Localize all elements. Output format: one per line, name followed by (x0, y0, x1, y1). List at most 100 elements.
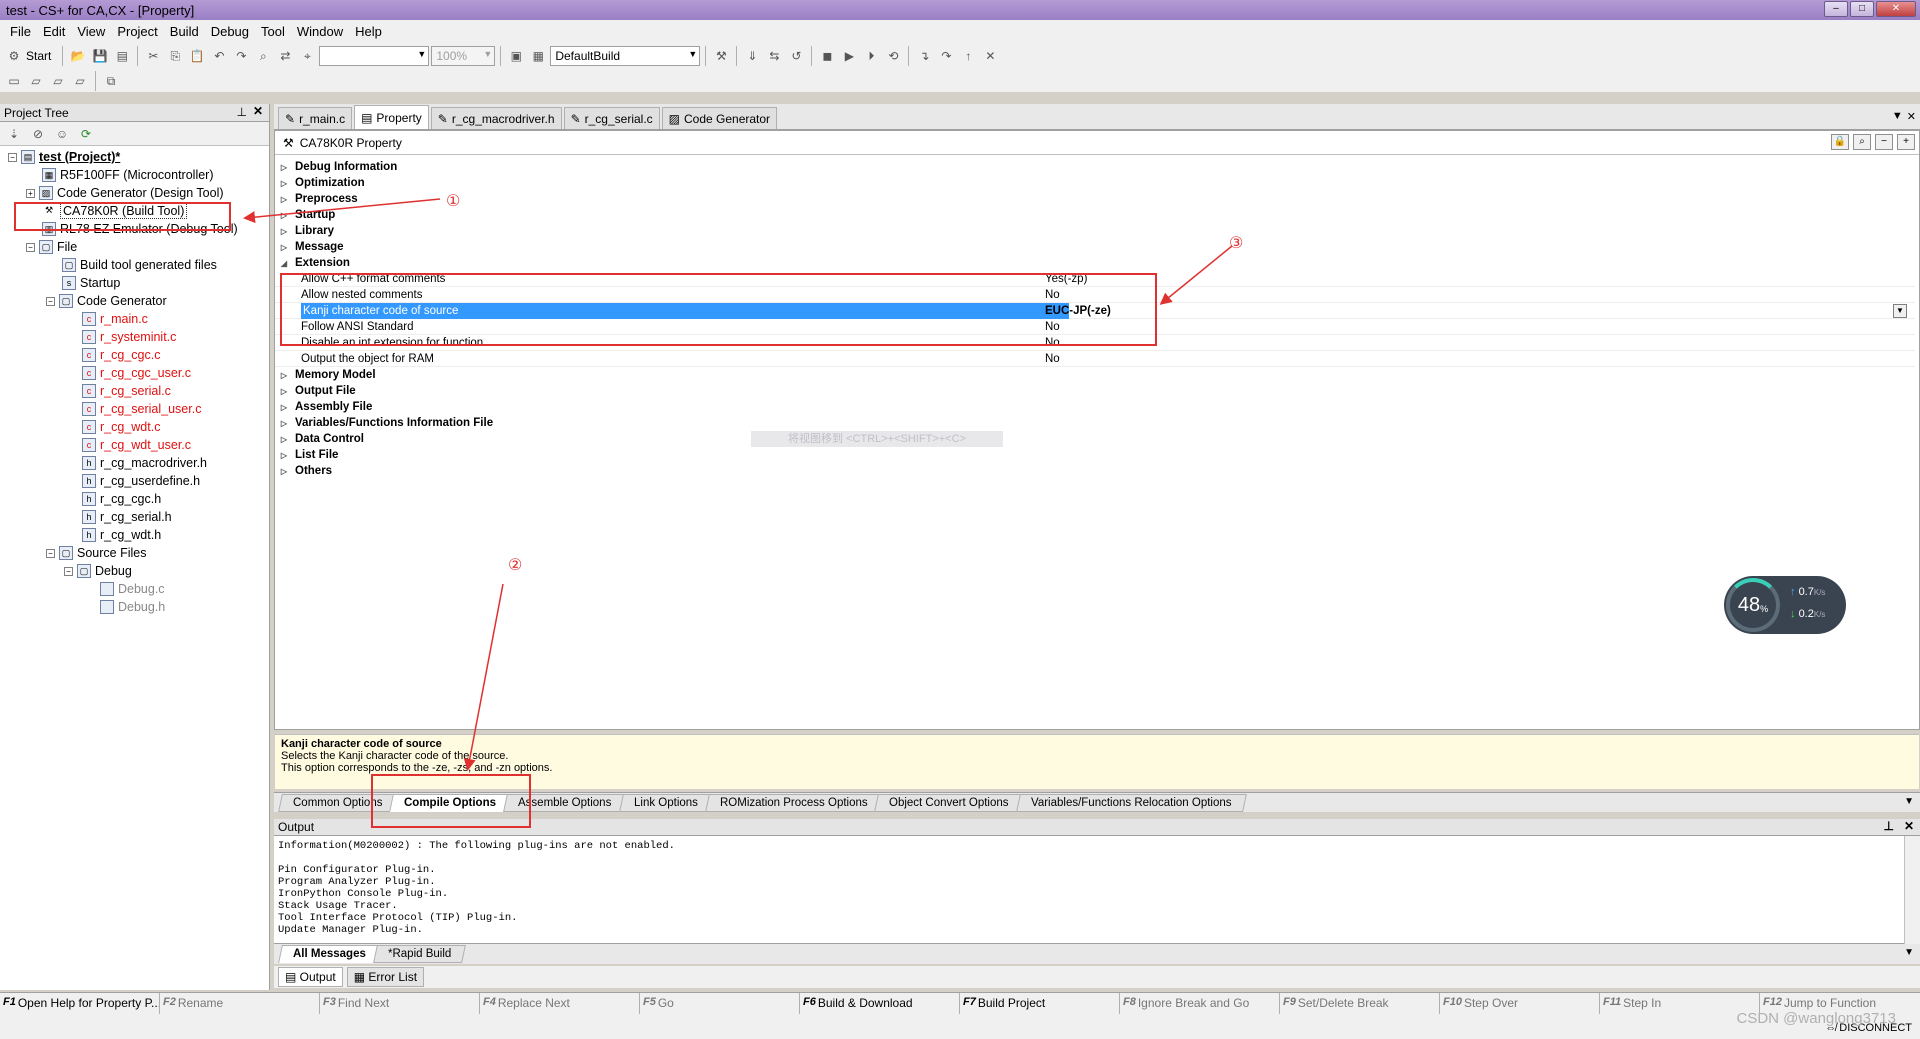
close-icon[interactable]: ✕ (1904, 819, 1914, 833)
collapse-icon[interactable]: − (46, 296, 55, 306)
collapse-all-icon[interactable]: − (1875, 134, 1893, 150)
tab-romization-options[interactable]: ROMization Process Options (704, 793, 883, 812)
comment3-icon[interactable]: ▱ (70, 71, 90, 91)
fkey-f5[interactable]: F5 Go (640, 993, 800, 1015)
tree-item-file-c[interactable]: c r_cg_serial_user.c (82, 400, 201, 418)
tree-item-file-h[interactable]: h r_cg_userdefine.h (82, 472, 200, 490)
fkey-f7[interactable]: F7 Build Project (960, 993, 1120, 1015)
build-icon[interactable]: ⚒ (711, 46, 731, 66)
redo-icon[interactable]: ↷ (231, 46, 251, 66)
chevron-down-icon[interactable]: ▼ (1893, 304, 1907, 318)
fkey-f6[interactable]: F6 Build & Download (800, 993, 960, 1015)
category-data-control[interactable]: ▷ Data Control (275, 431, 1915, 447)
lock-icon[interactable]: 🔒 (1831, 134, 1849, 150)
category-debug-information[interactable]: ▷ Debug Information (275, 159, 1915, 175)
build-config-combo[interactable]: DefaultBuild ▼ (550, 46, 701, 66)
category-extension[interactable]: ◢ Extension (275, 255, 1915, 271)
tree-item-file-c[interactable]: c r_systeminit.c (82, 328, 176, 346)
disconnect-icon[interactable]: ✕ (980, 46, 1000, 66)
start-icon[interactable]: ⚙ (4, 46, 24, 66)
tab-list-icon[interactable]: ▼ (1904, 796, 1914, 807)
tree-item-file[interactable]: − ▢ File (26, 238, 77, 256)
paste-icon[interactable]: 📋 (187, 46, 207, 66)
category-assembly-file[interactable]: ▷ Assembly File (275, 399, 1915, 415)
category-output-file[interactable]: ▷ Output File (275, 383, 1915, 399)
undo-icon[interactable]: ↶ (209, 46, 229, 66)
pin-icon[interactable]: ⊥ (1883, 819, 1893, 833)
refresh-icon[interactable]: ⟳ (76, 124, 96, 144)
open-icon[interactable]: 📂 (68, 46, 88, 66)
tree-item-file-c[interactable]: c r_cg_cgc_user.c (82, 364, 191, 382)
comment2-icon[interactable]: ▱ (48, 71, 68, 91)
tab-r-cg-macrodriver-h[interactable]: ✎ r_cg_macrodriver.h (430, 107, 562, 129)
layout-icon[interactable]: ⧉ (101, 71, 121, 91)
tree-item-file-c[interactable]: c r_cg_serial.c (82, 382, 171, 400)
menu-help[interactable]: Help (349, 24, 388, 39)
menu-debug[interactable]: Debug (205, 24, 255, 39)
menu-window[interactable]: Window (291, 24, 349, 39)
tree-item-code-generator-tool[interactable]: + ▨ Code Generator (Design Tool) (26, 184, 224, 202)
tree-item-startup[interactable]: s Startup (62, 274, 120, 292)
properties-icon[interactable]: ⊘ (28, 124, 48, 144)
tab-code-generator[interactable]: ▨ Code Generator (661, 107, 778, 129)
tree-item-source-files[interactable]: − ▢ Source Files (46, 544, 146, 562)
tree-item-file-h[interactable]: h r_cg_wdt.h (82, 526, 161, 544)
menu-project[interactable]: Project (111, 24, 163, 39)
fkey-f2[interactable]: F2 Rename (160, 993, 320, 1015)
tab-output[interactable]: ▤ Output (278, 967, 343, 987)
category-optimization[interactable]: ▷ Optimization (275, 175, 1915, 191)
menu-file[interactable]: File (4, 24, 37, 39)
category-list-file[interactable]: ▷ List File (275, 447, 1915, 463)
fkey-f4[interactable]: F4 Replace Next (480, 993, 640, 1015)
tab-link-options[interactable]: Link Options (618, 793, 713, 812)
fkey-f3[interactable]: F3 Find Next (320, 993, 480, 1015)
tree-item-file-h[interactable]: h r_cg_macrodriver.h (82, 454, 207, 472)
fkey-f8[interactable]: F8 Ignore Break and Go (1120, 993, 1280, 1015)
collapse-icon[interactable]: − (46, 548, 55, 558)
menu-tool[interactable]: Tool (255, 24, 291, 39)
category-memory-model[interactable]: ▷ Memory Model (275, 367, 1915, 383)
step-in-icon[interactable]: ↴ (914, 46, 934, 66)
tree-item-file-c[interactable]: c r_main.c (82, 310, 148, 328)
output-text[interactable]: Information(M0200002) : The following pl… (274, 836, 1920, 944)
tree-item-file-c[interactable]: c r_cg_wdt.c (82, 418, 160, 436)
tree-item-microcontroller[interactable]: ▦ R5F100FF (Microcontroller) (42, 166, 214, 184)
start-button[interactable]: Start (26, 49, 51, 63)
tab-r-main-c[interactable]: ✎ r_main.c (278, 107, 353, 129)
fkey-f10[interactable]: F10 Step Over (1440, 993, 1600, 1015)
tab-object-convert-options[interactable]: Object Convert Options (874, 793, 1024, 812)
minimize-button[interactable]: – (1824, 1, 1848, 17)
close-icon[interactable]: ✕ (253, 104, 263, 118)
tab-r-cg-serial-c[interactable]: ✎ r_cg_serial.c (563, 107, 660, 129)
tab-property[interactable]: ▤ Property (354, 105, 429, 129)
copy-icon[interactable]: ⎘ (165, 46, 185, 66)
find-icon[interactable]: ⌕ (253, 46, 273, 66)
connect-icon[interactable]: ⇆ (764, 46, 784, 66)
step-out-icon[interactable]: ↑ (958, 46, 978, 66)
user-icon[interactable]: ☺ (52, 124, 72, 144)
collapse-icon[interactable]: − (64, 566, 73, 576)
search-combo[interactable]: ▼ (319, 46, 430, 66)
window-icon[interactable]: ▭ (4, 71, 24, 91)
tree-item-file-h[interactable]: Debug.h (100, 598, 165, 616)
sort-icon[interactable]: ⇣ (4, 124, 24, 144)
find-in-files-icon[interactable]: ⌖ (297, 46, 317, 66)
maximize-button[interactable]: □ (1850, 1, 1874, 17)
find-replace-icon[interactable]: ⇄ (275, 46, 295, 66)
save-icon[interactable]: 💾 (90, 46, 110, 66)
tree-item-file-h[interactable]: h r_cg_cgc.h (82, 490, 161, 508)
expand-icon[interactable]: + (26, 188, 35, 198)
go-break-icon[interactable]: ⏵ (861, 46, 881, 66)
tree-item-file-c[interactable]: c r_cg_wdt_user.c (82, 436, 191, 454)
category-message[interactable]: ▷ Message (275, 239, 1915, 255)
collapse-icon[interactable]: − (26, 242, 35, 252)
tree-item-file-c[interactable]: Debug.c (100, 580, 165, 598)
fkey-f1[interactable]: F1 Open Help for Property P... (0, 993, 160, 1015)
category-startup[interactable]: ▷ Startup (275, 207, 1915, 223)
tab-list-icon[interactable]: ▼ (1904, 947, 1914, 958)
save-all-icon[interactable]: ▤ (112, 46, 132, 66)
tab-list-icon[interactable]: ▼ (1892, 110, 1903, 123)
tree-item-code-generator[interactable]: − ▢ Code Generator (46, 292, 167, 310)
output-scrollbar[interactable] (1904, 836, 1920, 944)
reset-icon[interactable]: ↺ (786, 46, 806, 66)
